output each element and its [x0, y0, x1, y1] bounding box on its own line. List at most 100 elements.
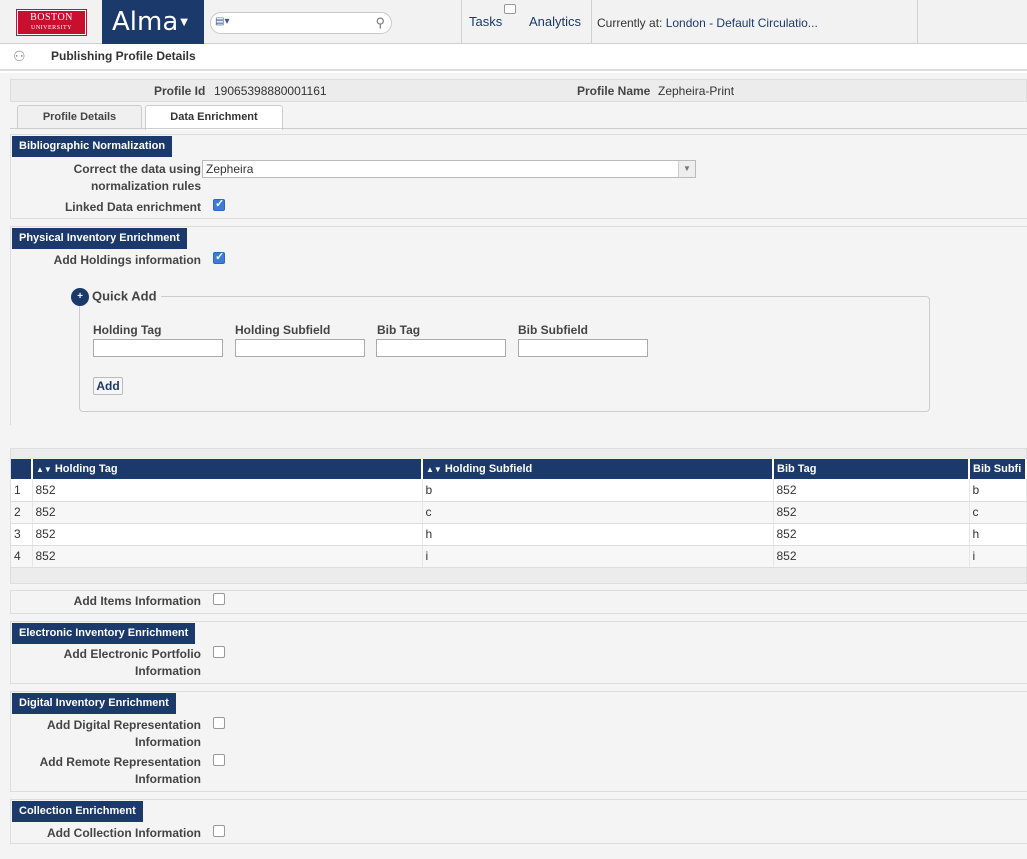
row-index: 3	[11, 523, 33, 546]
holdings-mapping-table: ▲▼ Holding Tag ▲▼ Holding Subfield Bib Tag…	[11, 459, 1027, 568]
cell-holding-tag: 852	[32, 523, 423, 546]
table-row[interactable]: 3 852 h 852 h	[11, 523, 1027, 546]
add-digital-rep-label-line2: Information	[135, 735, 201, 749]
table-row[interactable]: 4 852 i 852 i	[11, 545, 1027, 568]
chevron-down-icon: ▼	[180, 16, 188, 28]
currently-at-label: Currently at:	[597, 16, 663, 30]
search-scope-icon[interactable]: ▤▾	[215, 16, 243, 30]
tab-divider	[10, 128, 1027, 129]
table-row[interactable]: 2 852 c 852 c	[11, 501, 1027, 524]
sort-icon: ▲▼	[36, 465, 52, 474]
add-items-checkbox[interactable]	[213, 593, 225, 605]
header-label: Holding Tag	[54, 463, 118, 475]
sort-icon: ▲▼	[426, 465, 442, 474]
add-button[interactable]: Add	[93, 377, 123, 395]
section-title: Collection Enrichment	[12, 801, 143, 822]
cell-bib-subfield: i	[969, 545, 1027, 568]
profile-id-label: Profile Id	[154, 84, 206, 98]
cell-bib-tag: 852	[773, 545, 970, 568]
bib-tag-label: Bib Tag	[377, 323, 421, 337]
quick-add-label: Quick Add	[92, 288, 157, 304]
holding-tag-label: Holding Tag	[93, 323, 162, 337]
header-label: Holding Subfield	[444, 463, 533, 475]
cell-holding-tag: 852	[32, 545, 423, 568]
add-collection-label: Add Collection Information	[47, 826, 201, 840]
cell-bib-tag: 852	[773, 479, 970, 502]
current-location: Currently at: London - Default Circulati…	[597, 16, 818, 30]
correct-data-label-line2: normalization rules	[90, 179, 201, 193]
cell-holding-subfield: c	[422, 501, 774, 524]
search-icon[interactable]: ⚲	[375, 15, 385, 31]
add-remote-rep-checkbox[interactable]	[213, 754, 225, 766]
add-items-label: Add Items Information	[73, 594, 201, 608]
row-index: 2	[11, 501, 33, 524]
holding-subfield-label: Holding Subfield	[235, 323, 331, 337]
correct-data-label: Correct the data using normalization rul…	[74, 161, 201, 195]
header-label: Bib Tag	[777, 463, 817, 475]
divider	[461, 0, 462, 44]
currently-at-link[interactable]: London - Default Circulatio...	[666, 16, 818, 30]
profile-id-value: 19065398880001161	[214, 84, 327, 98]
profile-summary: Profile Id 19065398880001161 Profile Nam…	[10, 79, 1027, 102]
cell-holding-subfield: i	[422, 545, 774, 568]
chevron-down-icon[interactable]: ▼	[678, 161, 695, 177]
tab-data-enrichment[interactable]: Data Enrichment	[145, 105, 283, 130]
table-row[interactable]: 1 852 b 852 b	[11, 479, 1027, 502]
add-remote-rep-label-line1: Add Remote Representation	[39, 755, 201, 769]
add-portfolio-label-line1: Add Electronic Portfolio	[63, 647, 201, 661]
cell-bib-subfield: h	[969, 523, 1027, 546]
users-icon: ⚇	[13, 48, 26, 64]
normalization-rules-select[interactable]: Zepheira ▼	[202, 160, 696, 178]
section-title: Electronic Inventory Enrichment	[12, 623, 196, 644]
add-holdings-checkbox[interactable]	[213, 250, 225, 264]
app-menu-button[interactable]: Alma ▼	[102, 0, 204, 44]
cell-holding-subfield: h	[422, 523, 774, 546]
add-digital-rep-label-line1: Add Digital Representation	[46, 718, 201, 732]
cell-holding-tag: 852	[32, 479, 423, 502]
tab-profile-details[interactable]: Profile Details	[17, 105, 142, 129]
column-header-holding-tag[interactable]: ▲▼ Holding Tag	[32, 459, 423, 479]
page-title: Publishing Profile Details	[51, 49, 196, 63]
normalization-rules-value: Zepheira	[206, 162, 254, 176]
holding-tag-input[interactable]	[93, 339, 223, 357]
page-header: ⚇ Publishing Profile Details	[0, 44, 1027, 71]
bib-subfield-input[interactable]	[518, 339, 648, 357]
search-input[interactable]	[243, 14, 373, 32]
add-digital-rep-label: Add Digital Representation Information	[47, 717, 201, 751]
add-digital-rep-checkbox[interactable]	[213, 717, 225, 729]
search-box: ▤▾ ⚲	[210, 12, 392, 34]
row-index: 1	[11, 479, 33, 502]
quick-add-title: + Quick Add	[71, 288, 161, 306]
add-portfolio-label: Add Electronic Portfolio Information	[64, 646, 201, 680]
row-index: 4	[11, 545, 33, 568]
holding-subfield-input[interactable]	[235, 339, 365, 357]
column-header-holding-subfield[interactable]: ▲▼ Holding Subfield	[422, 459, 774, 479]
cell-bib-subfield: b	[969, 479, 1027, 502]
column-header-bib-subfield[interactable]: Bib Subfi	[969, 459, 1027, 479]
add-remote-rep-label: Add Remote Representation Information	[40, 754, 201, 788]
column-header-bib-tag[interactable]: Bib Tag	[773, 459, 970, 479]
cell-bib-tag: 852	[773, 501, 970, 524]
add-collection-checkbox[interactable]	[213, 825, 225, 837]
section-title: Bibliographic Normalization	[12, 136, 173, 157]
cell-holding-subfield: b	[422, 479, 774, 502]
tasks-link[interactable]: Tasks	[469, 14, 502, 29]
row-index-header	[11, 459, 33, 479]
profile-name-value: Zepheira-Print	[658, 84, 735, 98]
university-logo[interactable]: BOSTON UNIVERSITY	[16, 9, 87, 36]
bib-tag-input[interactable]	[376, 339, 506, 357]
analytics-link[interactable]: Analytics	[529, 14, 581, 29]
notification-bubble-icon[interactable]	[504, 4, 516, 14]
linked-data-checkbox[interactable]	[213, 197, 225, 211]
add-remote-rep-label-line2: Information	[135, 772, 201, 786]
linked-data-label: Linked Data enrichment	[64, 200, 201, 214]
logo-line-2: UNIVERSITY	[31, 25, 72, 31]
app-name: Alma	[112, 7, 179, 37]
add-portfolio-checkbox[interactable]	[213, 646, 225, 658]
top-bar: BOSTON UNIVERSITY Alma ▼ ▤▾ ⚲ Tasks Analy…	[0, 0, 1027, 44]
divider	[917, 0, 918, 44]
logo-line-1: BOSTON	[30, 12, 73, 23]
add-document-icon: +	[71, 288, 89, 306]
cell-bib-tag: 852	[773, 523, 970, 546]
add-portfolio-label-line2: Information	[135, 664, 201, 678]
